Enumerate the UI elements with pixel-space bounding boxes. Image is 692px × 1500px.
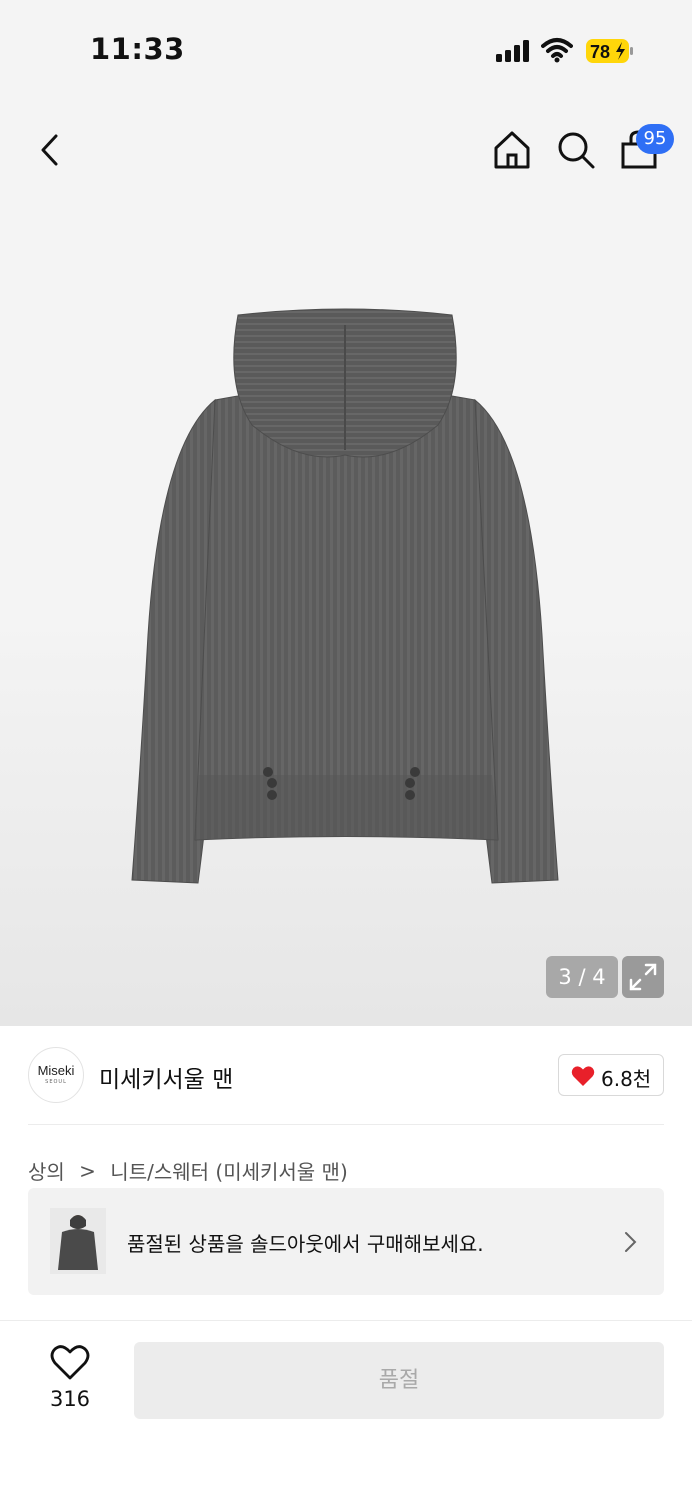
brand-logo[interactable]: Miseki SEOUL — [28, 1047, 84, 1103]
home-icon[interactable] — [490, 128, 534, 172]
soldout-button[interactable]: 품절 — [134, 1342, 664, 1419]
soldout-banner-text: 품절된 상품을 솔드아웃에서 구매해보세요. — [127, 1232, 484, 1256]
image-counter: 3 / 4 — [546, 956, 618, 998]
brand-logo-subtext: SEOUL — [45, 1079, 67, 1085]
brand-like-button[interactable]: 6.8천 — [558, 1054, 664, 1096]
search-icon[interactable] — [554, 128, 598, 172]
soldout-banner[interactable]: 품절된 상품을 솔드아웃에서 구매해보세요. — [28, 1188, 664, 1295]
brand-name[interactable]: 미세키서울 맨 — [99, 1060, 233, 1094]
brand-logo-text: Miseki — [37, 1063, 75, 1078]
heart-icon — [571, 1066, 595, 1086]
status-bar: 11:33 78 — [0, 0, 692, 100]
wishlist-button[interactable]: 316 — [38, 1345, 102, 1415]
breadcrumb: 상의 > 니트/스웨터 (미세키서울 맨) — [28, 1156, 348, 1185]
brand-like-count: 6.8천 — [601, 1067, 652, 1091]
breadcrumb-separator: > — [79, 1158, 96, 1183]
wishlist-count: 316 — [49, 1387, 91, 1411]
wifi-icon — [541, 38, 573, 63]
chevron-right-icon — [625, 1232, 637, 1252]
battery-level: 78 — [590, 42, 610, 62]
cart-count-badge: 95 — [636, 124, 674, 154]
product-photo — [131, 308, 559, 884]
breadcrumb-category[interactable]: 상의 — [28, 1156, 65, 1185]
cellular-signal-icon — [496, 40, 529, 62]
back-icon[interactable] — [34, 128, 74, 172]
status-time: 11:33 — [90, 32, 185, 66]
divider — [28, 1124, 664, 1125]
heart-outline-icon — [50, 1345, 90, 1380]
battery-icon: 78 — [586, 39, 633, 63]
soldout-product-thumbnail — [50, 1208, 106, 1274]
expand-icon[interactable] — [622, 956, 664, 998]
breadcrumb-subcategory[interactable]: 니트/스웨터 (미세키서울 맨) — [110, 1156, 347, 1185]
